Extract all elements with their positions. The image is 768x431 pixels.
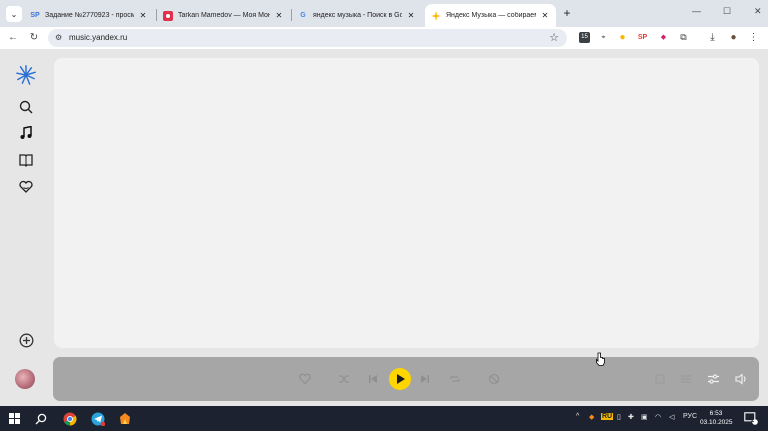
telegram-taskbar-icon[interactable] <box>89 410 106 427</box>
extension-4-icon[interactable]: SP <box>637 32 648 43</box>
language-indicator[interactable]: РУС <box>683 413 697 420</box>
extension-5-icon[interactable]: ◆ <box>658 32 669 43</box>
notification-count: 2 <box>751 418 755 424</box>
search-icon[interactable] <box>32 410 49 427</box>
download-icon[interactable]: ⤓ <box>707 32 718 43</box>
notifications-icon[interactable]: 2 <box>742 410 759 427</box>
url-text[interactable]: music.yandex.ru <box>69 33 127 42</box>
tab-title: яндекс музыка - Поиск в Google <box>313 12 402 19</box>
add-circle-icon[interactable] <box>16 330 36 350</box>
browser-toolbar: ← ↻ ⚙ music.yandex.ru ☆ 15 ⌖ ● SP ◆ ⧉ ⤓ … <box>0 27 768 49</box>
lyrics-icon[interactable] <box>652 370 668 388</box>
menu-icon[interactable]: ⋮ <box>748 32 759 43</box>
previous-track-icon[interactable] <box>365 370 381 388</box>
library-book-icon[interactable] <box>16 150 36 170</box>
tray-security-icon[interactable]: ✚ <box>628 413 634 421</box>
avatar[interactable] <box>15 369 35 389</box>
yandex-music-logo-icon[interactable] <box>16 65 36 85</box>
profile-icon[interactable]: ● <box>728 32 739 43</box>
left-navigation <box>0 49 52 406</box>
address-bar[interactable]: ⚙ music.yandex.ru ☆ <box>48 29 567 47</box>
back-button[interactable]: ← <box>6 31 20 45</box>
volume-icon[interactable] <box>733 370 749 388</box>
sp-favicon-icon: SP <box>30 12 40 19</box>
clock[interactable]: 6:53 03.10.2025 <box>700 409 733 427</box>
page-content <box>0 49 768 406</box>
reload-button[interactable]: ↻ <box>27 31 41 45</box>
tray-ru-icon[interactable]: RU <box>601 413 614 420</box>
tray-monitor-icon[interactable]: ▣ <box>641 413 648 421</box>
speaker-icon[interactable]: ◁ <box>669 413 674 421</box>
close-tab-icon[interactable]: ✕ <box>540 11 550 21</box>
extension-3-icon[interactable]: ● <box>617 32 628 43</box>
repeat-icon[interactable] <box>447 370 463 388</box>
tab-yandex-music[interactable]: Яндекс Музыка — собираем вашу ✕ <box>425 4 556 27</box>
extension-2-icon[interactable]: ⌖ <box>598 32 609 43</box>
tab-zadanie[interactable]: SP Задание №2770923 - просмотр ✕ <box>24 4 154 27</box>
shuffle-icon[interactable] <box>336 370 352 388</box>
tab-title: Tarkan Mamedov — Моя Мона <box>178 12 270 19</box>
player-bar <box>53 357 759 401</box>
like-heart-icon[interactable] <box>297 370 313 388</box>
queue-list-icon[interactable] <box>678 370 694 388</box>
bookmark-star-icon[interactable]: ☆ <box>549 31 559 44</box>
clock-time: 6:53 <box>709 410 723 417</box>
equalizer-settings-icon[interactable] <box>705 370 721 388</box>
clock-date: 03.10.2025 <box>700 419 733 426</box>
tab-tarkan[interactable]: Tarkan Mamedov — Моя Мона ✕ <box>157 4 290 27</box>
dislike-icon[interactable] <box>486 370 502 388</box>
tray-app-icon[interactable]: ◆ <box>589 413 594 421</box>
play-button[interactable] <box>389 368 411 390</box>
extension-1-icon[interactable]: 15 <box>579 32 590 43</box>
tray-usb-icon[interactable]: ▯ <box>617 413 621 421</box>
close-tab-icon[interactable]: ✕ <box>406 11 416 21</box>
tab-search-button[interactable]: ⌄ <box>6 6 22 22</box>
main-content-panel <box>54 58 759 348</box>
favorites-heart-icon[interactable] <box>16 177 36 197</box>
tab-strip: ⌄ SP Задание №2770923 - просмотр ✕ Tarka… <box>0 0 768 27</box>
yandex-music-favicon-icon <box>431 10 441 21</box>
tab-google-search[interactable]: G яндекс музыка - Поиск в Google ✕ <box>292 4 422 27</box>
new-tab-button[interactable]: + <box>561 7 573 19</box>
mouse-cursor-icon <box>595 352 605 371</box>
puzzle-icon[interactable]: ⧉ <box>678 32 689 43</box>
next-track-icon[interactable] <box>417 370 433 388</box>
windows-taskbar: ^ ◆ RU ▯ ✚ ▣ ◠ ◁ РУС 6:53 03.10.2025 2 <box>0 406 768 431</box>
maximize-button[interactable]: ☐ <box>723 6 731 17</box>
close-tab-icon[interactable]: ✕ <box>274 11 284 21</box>
tray-chevron-up-icon[interactable]: ^ <box>576 413 579 420</box>
wifi-icon[interactable]: ◠ <box>655 413 661 421</box>
music-note-icon[interactable] <box>16 123 36 143</box>
minimize-button[interactable]: — <box>692 6 701 16</box>
tab-title: Яндекс Музыка — собираем вашу <box>446 12 536 19</box>
chevron-down-icon: ⌄ <box>10 9 18 19</box>
windows-start-icon[interactable] <box>6 410 23 427</box>
play-icon <box>396 374 405 384</box>
google-favicon-icon: G <box>300 12 306 19</box>
search-icon[interactable] <box>16 97 36 117</box>
app-taskbar-icon[interactable] <box>116 410 133 427</box>
close-window-button[interactable]: ✕ <box>754 6 762 17</box>
chrome-taskbar-icon[interactable] <box>61 410 78 427</box>
close-tab-icon[interactable]: ✕ <box>138 11 148 21</box>
site-info-icon[interactable]: ⚙ <box>55 33 62 42</box>
music-favicon-icon <box>163 10 173 21</box>
tab-title: Задание №2770923 - просмотр <box>45 12 134 19</box>
